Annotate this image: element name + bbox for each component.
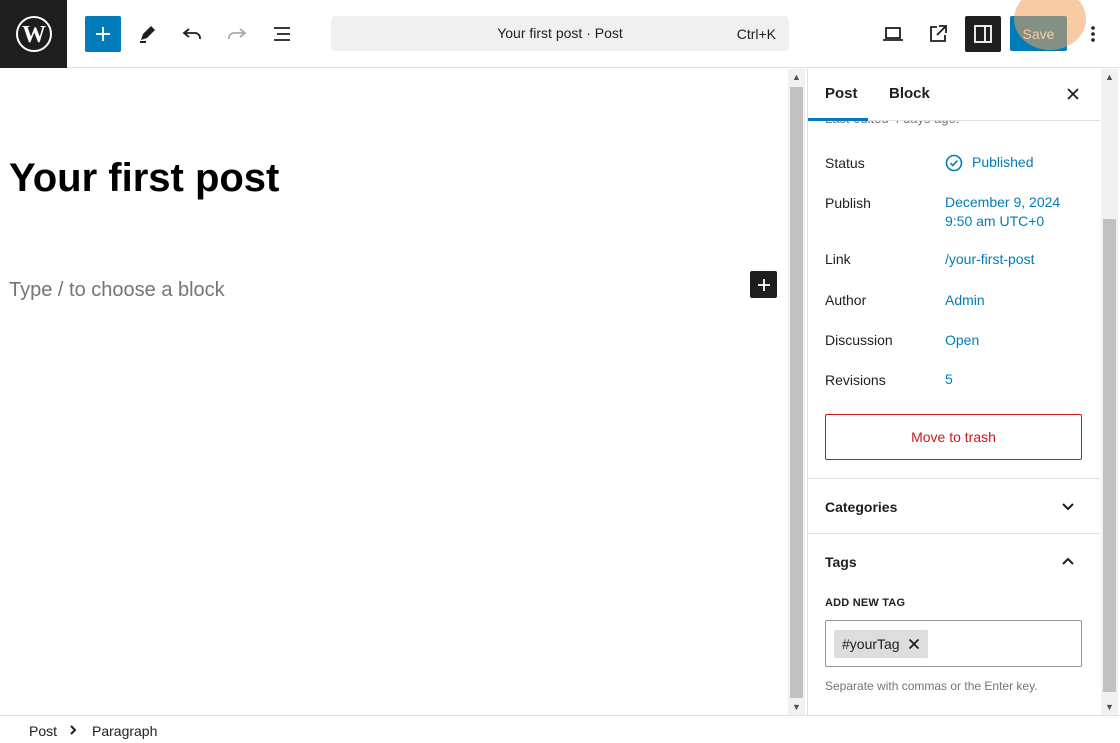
author-value[interactable]: Admin: [945, 291, 985, 310]
tag-chip: #yourTag: [834, 630, 928, 658]
chevron-down-icon[interactable]: [1058, 497, 1078, 517]
status-label: Status: [825, 155, 865, 171]
svg-text:W: W: [22, 22, 46, 48]
external-link-icon: [930, 25, 947, 42]
tags-panel-toggle[interactable]: Tags: [825, 554, 857, 570]
tag-input-field[interactable]: #yourTag: [825, 620, 1082, 667]
preview-button[interactable]: [875, 16, 911, 52]
revisions-label: Revisions: [825, 372, 886, 388]
publish-label: Publish: [825, 195, 871, 211]
scrollbar-thumb[interactable]: [1103, 219, 1116, 692]
close-icon: [1067, 88, 1079, 100]
sidebar-scrollbar[interactable]: ▲ ▼: [1101, 69, 1118, 715]
block-inserter-button[interactable]: [85, 16, 121, 52]
publish-date: December 9, 2024: [945, 194, 1061, 210]
post-title[interactable]: Your first post: [9, 156, 279, 201]
status-value[interactable]: Published: [945, 153, 1034, 172]
view-post-button[interactable]: [920, 16, 956, 52]
scroll-up-arrow-icon[interactable]: ▲: [1101, 69, 1118, 85]
scroll-up-arrow-icon[interactable]: ▲: [788, 69, 805, 85]
undo-icon: [182, 28, 201, 39]
chevron-right-icon: [69, 721, 77, 739]
scrollbar-thumb[interactable]: [790, 87, 803, 698]
link-label: Link: [825, 251, 851, 267]
scroll-down-arrow-icon[interactable]: ▼: [788, 699, 805, 715]
tab-post[interactable]: Post: [825, 85, 858, 102]
publish-date-value[interactable]: December 9, 2024 9:50 am UTC+0: [945, 193, 1060, 231]
tools-button[interactable]: [129, 16, 165, 52]
document-title: Your first post · Post: [497, 25, 623, 41]
breadcrumb-post[interactable]: Post: [29, 723, 57, 739]
tab-block[interactable]: Block: [889, 85, 930, 102]
sidebar-icon: [974, 25, 992, 43]
publish-time: 9:50 am UTC+0: [945, 213, 1045, 229]
add-new-tag-label: Add new tag: [825, 597, 906, 609]
published-check-icon: [945, 154, 963, 171]
active-tab-indicator: [808, 118, 868, 121]
close-sidebar-button[interactable]: [1062, 83, 1084, 105]
top-toolbar: W Your first post · Post Ctrl+K Save: [0, 0, 1120, 68]
options-button[interactable]: [1075, 16, 1111, 52]
divider: [808, 478, 1100, 479]
plus-icon: [96, 27, 110, 41]
settings-toggle-button[interactable]: [965, 16, 1001, 52]
scroll-down-arrow-icon[interactable]: ▼: [1101, 699, 1118, 715]
list-view-icon: [274, 27, 290, 41]
categories-panel-toggle[interactable]: Categories: [825, 499, 897, 515]
tag-chip-text: #yourTag: [842, 636, 900, 652]
breadcrumb-paragraph[interactable]: Paragraph: [92, 723, 157, 739]
discussion-label: Discussion: [825, 332, 893, 348]
plus-icon: [757, 278, 770, 291]
more-vertical-icon: [1091, 26, 1095, 42]
wordpress-logo-icon[interactable]: W: [0, 0, 67, 68]
redo-icon: [228, 28, 247, 39]
block-breadcrumb: Post Paragraph: [0, 715, 1120, 743]
move-to-trash-button[interactable]: Move to trash: [825, 414, 1082, 460]
save-button[interactable]: Save: [1010, 16, 1067, 51]
tag-help-text: Separate with commas or the Enter key.: [825, 679, 1038, 693]
pencil-icon: [140, 26, 155, 43]
settings-sidebar: Last edited 4 days ago. Post Block Statu…: [807, 69, 1100, 715]
revisions-value[interactable]: 5: [945, 370, 953, 389]
block-placeholder[interactable]: Type / to choose a block: [9, 279, 225, 302]
document-overview-button[interactable]: [264, 16, 300, 52]
editor-scrollbar[interactable]: ▲ ▼: [788, 69, 805, 715]
remove-tag-icon[interactable]: [908, 638, 920, 650]
status-text: Published: [972, 154, 1034, 170]
sidebar-tabs: Post Block: [808, 69, 1100, 121]
command-palette-bar[interactable]: Your first post · Post Ctrl+K: [331, 16, 789, 51]
divider: [808, 533, 1100, 534]
link-value[interactable]: /your-first-post: [945, 250, 1034, 269]
redo-button[interactable]: [219, 16, 255, 52]
author-label: Author: [825, 292, 867, 308]
chevron-up-icon[interactable]: [1058, 551, 1078, 571]
undo-button[interactable]: [174, 16, 210, 52]
shortcut-hint: Ctrl+K: [736, 26, 776, 42]
inline-block-inserter-button[interactable]: [750, 271, 777, 298]
discussion-value[interactable]: Open: [945, 331, 979, 350]
laptop-icon: [883, 27, 903, 41]
